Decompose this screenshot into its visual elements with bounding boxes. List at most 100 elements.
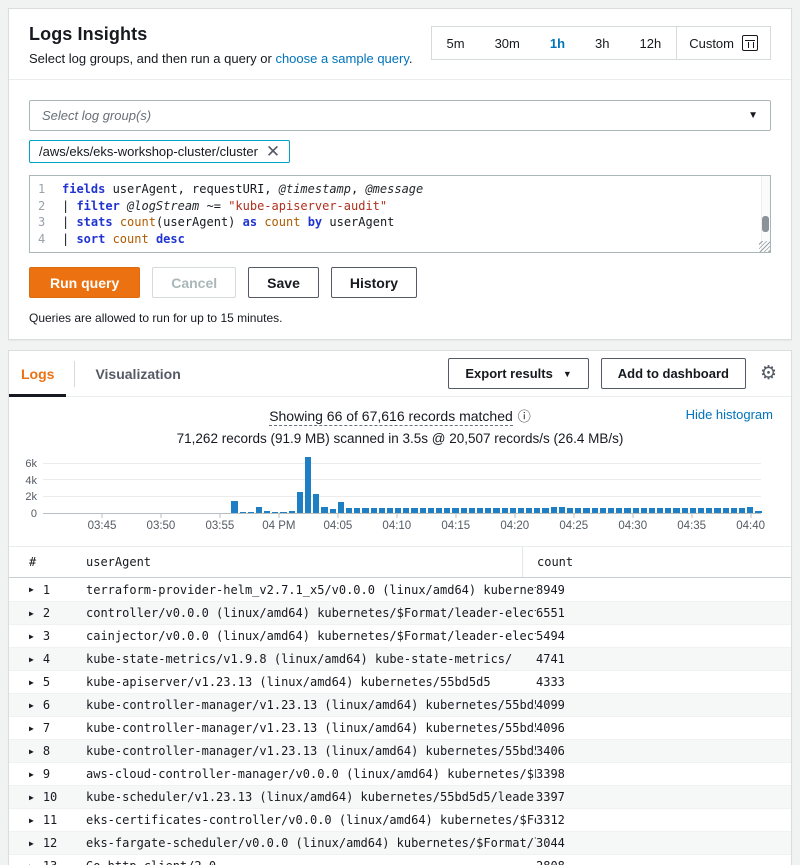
histogram-bar xyxy=(338,502,344,513)
time-range-1h[interactable]: 1h xyxy=(535,27,580,59)
row-number: 12 xyxy=(43,836,57,850)
histogram-bar xyxy=(608,508,614,513)
query-line: 4| sort count desc xyxy=(38,231,756,248)
tab-logs[interactable]: Logs xyxy=(9,351,66,396)
table-row[interactable]: ▶4kube-state-metrics/v1.9.8 (linux/amd64… xyxy=(9,647,791,670)
histogram-bar xyxy=(305,457,311,513)
expand-row-icon[interactable]: ▶ xyxy=(29,609,34,618)
table-row[interactable]: ▶9aws-cloud-controller-manager/v0.0.0 (l… xyxy=(9,762,791,785)
editor-resize-handle[interactable] xyxy=(759,241,770,252)
histogram-bar xyxy=(256,507,262,513)
table-row[interactable]: ▶12eks-fargate-scheduler/v0.0.0 (linux/a… xyxy=(9,831,791,854)
expand-row-icon[interactable]: ▶ xyxy=(29,701,34,710)
remove-tag-icon[interactable]: ✕ xyxy=(266,145,280,158)
cancel-button[interactable]: Cancel xyxy=(152,267,236,298)
query-code: fields userAgent, requestURI, @timestamp… xyxy=(62,181,423,198)
time-range-custom[interactable]: Custom xyxy=(676,27,770,59)
editor-scrollbar-thumb[interactable] xyxy=(762,216,769,232)
query-code: | stats count(userAgent) as count by use… xyxy=(62,214,394,231)
query-token: (userAgent) xyxy=(156,215,243,229)
save-button[interactable]: Save xyxy=(248,267,319,298)
expand-row-icon[interactable]: ▶ xyxy=(29,632,34,641)
histogram-bar xyxy=(502,508,508,513)
histogram-bar xyxy=(690,508,696,513)
time-range-12h[interactable]: 12h xyxy=(625,27,677,59)
time-range-5m[interactable]: 5m xyxy=(432,27,480,59)
x-axis-tick xyxy=(101,514,102,518)
histogram-bar xyxy=(542,508,548,513)
expand-row-icon[interactable]: ▶ xyxy=(29,862,34,865)
tab-visualization[interactable]: Visualization xyxy=(83,351,192,396)
expand-row-icon[interactable]: ▶ xyxy=(29,678,34,687)
histogram-bar xyxy=(395,508,401,513)
histogram-chart[interactable]: 02k4k6k 03:4503:5003:5504 PM04:0504:1004… xyxy=(9,454,791,532)
expand-row-icon[interactable]: ▶ xyxy=(29,724,34,733)
table-row[interactable]: ▶6kube-controller-manager/v1.23.13 (linu… xyxy=(9,693,791,716)
row-index-cell: ▶2 xyxy=(29,606,86,620)
useragent-cell: cainjector/v0.0.0 (linux/amd64) kubernet… xyxy=(86,629,536,643)
useragent-cell: terraform-provider-helm_v2.7.1_x5/v0.0.0… xyxy=(86,583,536,597)
query-token: @message xyxy=(365,182,423,196)
log-group-select[interactable]: Select log group(s) ▼ xyxy=(29,100,771,131)
row-number: 3 xyxy=(43,629,50,643)
line-number: 3 xyxy=(38,214,62,231)
histogram-bar xyxy=(362,508,368,513)
useragent-cell: kube-apiserver/v1.23.13 (linux/amd64) ku… xyxy=(86,675,536,689)
export-results-button[interactable]: Export results ▼ xyxy=(448,358,588,389)
query-token: sort xyxy=(76,232,112,246)
histogram-bar xyxy=(321,507,327,513)
add-to-dashboard-button[interactable]: Add to dashboard xyxy=(601,358,746,389)
sample-query-link[interactable]: choose a sample query xyxy=(275,51,408,66)
row-index-cell: ▶9 xyxy=(29,767,86,781)
row-number: 10 xyxy=(43,790,57,804)
count-cell: 3044 xyxy=(536,836,791,850)
history-button[interactable]: History xyxy=(331,267,417,298)
count-cell: 4741 xyxy=(536,652,791,666)
query-token: | xyxy=(62,232,76,246)
useragent-cell: kube-state-metrics/v1.9.8 (linux/amd64) … xyxy=(86,652,536,666)
table-row[interactable]: ▶ 10 kube-scheduler/v1.23.13 (linux/amd64)… xyxy=(9,785,791,808)
x-tick-label: 03:55 xyxy=(206,520,235,532)
table-row[interactable]: ▶13Go-http-client/2.02808 xyxy=(9,854,791,865)
table-row[interactable]: ▶11eks-certificates-controller/v0.0.0 (l… xyxy=(9,808,791,831)
expand-row-icon[interactable]: ▶ xyxy=(29,747,34,756)
table-row[interactable]: ▶8kube-controller-manager/v1.23.13 (linu… xyxy=(9,739,791,762)
query-editor[interactable]: 1fields userAgent, requestURI, @timestam… xyxy=(29,175,771,253)
x-axis-tick xyxy=(691,514,692,518)
expand-row-icon[interactable]: ▶ xyxy=(29,585,34,594)
table-row[interactable]: ▶1terraform-provider-helm_v2.7.1_x5/v0.0… xyxy=(9,578,791,601)
expand-row-icon[interactable]: ▶ xyxy=(29,770,34,779)
row-index-cell: ▶3 xyxy=(29,629,86,643)
time-range-3h[interactable]: 3h xyxy=(580,27,624,59)
info-icon[interactable]: ⓘ xyxy=(518,410,531,425)
count-cell: 3398 xyxy=(536,767,791,781)
histogram-bar xyxy=(641,508,647,513)
histogram-bar xyxy=(411,508,417,513)
expand-row-icon[interactable]: ▶ xyxy=(29,839,34,848)
histogram-bar xyxy=(551,507,557,514)
table-row[interactable]: ▶7kube-controller-manager/v1.23.13 (linu… xyxy=(9,716,791,739)
histogram-bar xyxy=(583,508,589,513)
time-range-30m[interactable]: 30m xyxy=(480,27,535,59)
gear-icon[interactable]: ⚙ xyxy=(760,364,777,383)
histogram-bar xyxy=(567,508,573,513)
expand-row-icon[interactable]: ▶ xyxy=(29,793,34,802)
x-axis-tick xyxy=(455,514,456,518)
histogram-bar xyxy=(297,492,303,513)
x-tick-label: 04 PM xyxy=(262,520,295,532)
x-tick-label: 04:15 xyxy=(441,520,470,532)
useragent-cell: kube-scheduler/v1.23.13 (linux/amd64) ku… xyxy=(86,790,536,804)
expand-row-icon[interactable]: ▶ xyxy=(29,816,34,825)
query-line: 3| stats count(userAgent) as count by us… xyxy=(38,214,756,231)
expand-row-icon[interactable]: ▶ xyxy=(29,655,34,664)
hide-histogram-link[interactable]: Hide histogram xyxy=(686,407,773,422)
histogram-bar xyxy=(575,508,581,513)
count-cell: 3397 xyxy=(536,790,791,804)
x-axis-tick xyxy=(573,514,574,518)
run-query-button[interactable]: Run query xyxy=(29,267,140,298)
table-row[interactable]: ▶5kube-apiserver/v1.23.13 (linux/amd64) … xyxy=(9,670,791,693)
histogram-bar xyxy=(420,508,426,513)
table-row[interactable]: ▶3cainjector/v0.0.0 (linux/amd64) kubern… xyxy=(9,624,791,647)
table-row[interactable]: ▶2controller/v0.0.0 (linux/amd64) kubern… xyxy=(9,601,791,624)
y-tick-label: 2k xyxy=(9,491,37,503)
